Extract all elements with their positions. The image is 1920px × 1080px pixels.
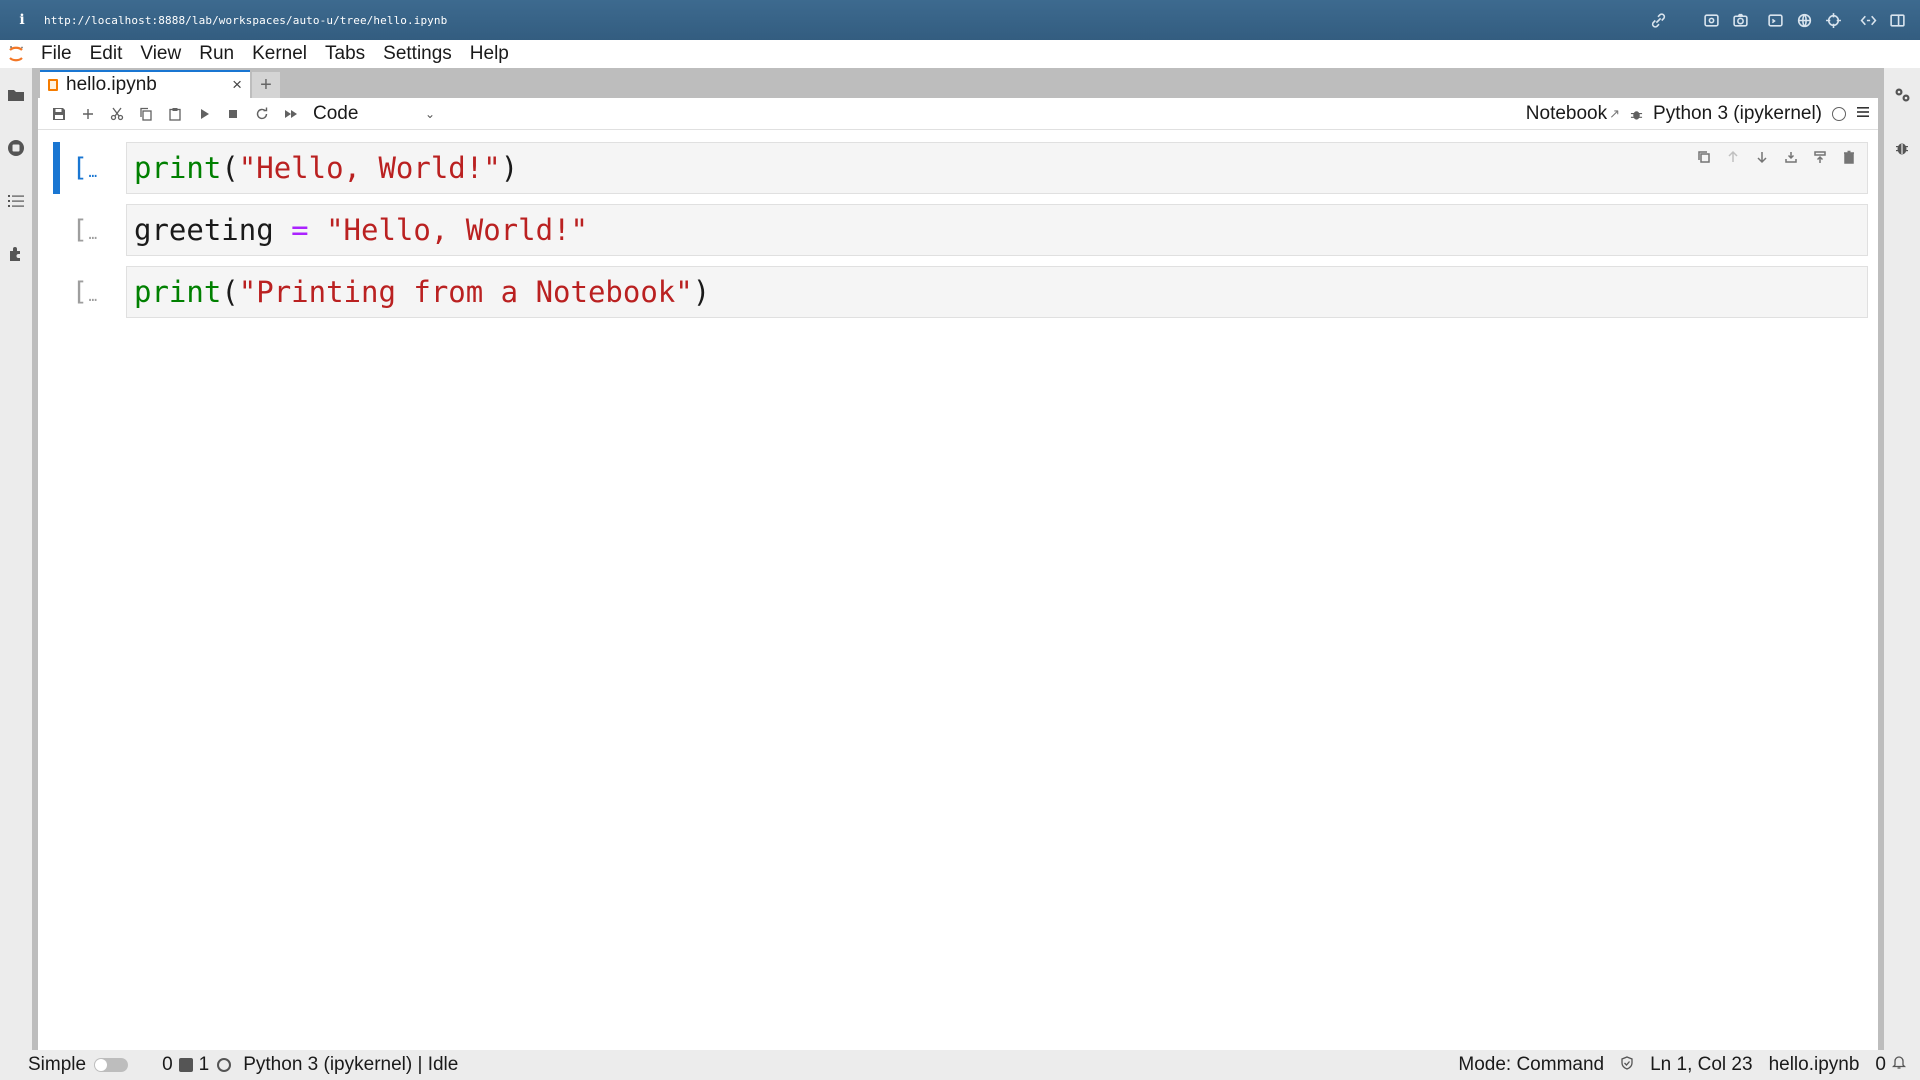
notebook-cells: [… print("Hello, World!") [… greeting =… bbox=[38, 142, 1878, 328]
execution-prompt: [… bbox=[72, 215, 98, 245]
main-area: hello.ipynb × + Code ⌄ Notebook ↗ Python… bbox=[32, 68, 1884, 1050]
shield-icon[interactable] bbox=[1620, 1054, 1634, 1076]
left-sidebar bbox=[0, 68, 32, 1080]
menu-icon[interactable] bbox=[1856, 105, 1870, 124]
simple-mode-label: Simple bbox=[28, 1054, 87, 1075]
close-icon[interactable]: × bbox=[232, 75, 242, 95]
code-cell[interactable]: [… print("Printing from a Notebook") bbox=[38, 266, 1878, 318]
right-sidebar bbox=[1884, 68, 1920, 1080]
code-editor[interactable]: greeting = "Hello, World!" bbox=[126, 204, 1868, 256]
info-icon[interactable]: i bbox=[0, 12, 44, 28]
crosshair-icon[interactable] bbox=[1819, 0, 1848, 40]
running-sessions-icon[interactable] bbox=[0, 121, 32, 174]
menu-settings[interactable]: Settings bbox=[374, 40, 461, 68]
notebook-panel: Code ⌄ Notebook ↗ Python 3 (ipykernel) [… bbox=[38, 98, 1878, 1050]
execution-prompt: [… bbox=[72, 153, 98, 183]
toolbar-right: Notebook ↗ Python 3 (ipykernel) bbox=[1526, 98, 1870, 130]
menu-view[interactable]: View bbox=[131, 40, 190, 68]
browser-address-bar: i http://localhost:8888/lab/workspaces/a… bbox=[0, 0, 1920, 40]
move-down-icon[interactable] bbox=[1754, 149, 1770, 165]
cell-type-dropdown[interactable]: Code ⌄ bbox=[313, 103, 435, 125]
cell-type-value: Code bbox=[313, 102, 359, 124]
cursor-position[interactable]: Ln 1, Col 23 bbox=[1650, 1054, 1752, 1076]
active-cell-indicator bbox=[53, 142, 60, 194]
run-icon[interactable] bbox=[189, 98, 218, 130]
status-left: Simple 0 1 Python 3 (ipykernel) | Idle bbox=[0, 1054, 458, 1076]
jupyter-logo-icon[interactable] bbox=[0, 40, 32, 68]
property-inspector-icon[interactable] bbox=[1884, 68, 1920, 121]
extensions-icon[interactable] bbox=[0, 227, 32, 280]
menu-edit[interactable]: Edit bbox=[81, 40, 132, 68]
screenshot-icon[interactable] bbox=[1697, 0, 1726, 40]
external-link-icon: ↗ bbox=[1609, 106, 1621, 121]
code-icon[interactable] bbox=[1854, 0, 1883, 40]
insert-below-icon[interactable] bbox=[1783, 149, 1799, 165]
copy-icon[interactable] bbox=[131, 98, 160, 130]
add-tab-button[interactable]: + bbox=[252, 72, 280, 98]
execution-prompt: [… bbox=[72, 277, 98, 307]
menu-kernel[interactable]: Kernel bbox=[243, 40, 316, 68]
bug-icon[interactable] bbox=[1630, 108, 1643, 121]
camera-icon[interactable] bbox=[1726, 0, 1755, 40]
cut-icon[interactable] bbox=[102, 98, 131, 130]
notifications-button[interactable]: 0 bbox=[1875, 1054, 1907, 1076]
tab-title: hello.ipynb bbox=[66, 74, 157, 95]
simple-mode-toggle[interactable] bbox=[94, 1058, 129, 1072]
status-bar: Simple 0 1 Python 3 (ipykernel) | Idle M… bbox=[0, 1050, 1920, 1080]
notebook-label: Notebook bbox=[1525, 103, 1608, 124]
menu-help[interactable]: Help bbox=[461, 40, 518, 68]
add-cell-icon[interactable] bbox=[73, 98, 102, 130]
bell-icon bbox=[1891, 1054, 1907, 1076]
table-of-contents-icon[interactable] bbox=[0, 174, 32, 227]
cell-toolbar bbox=[1696, 149, 1857, 165]
url-field[interactable]: http://localhost:8888/lab/workspaces/aut… bbox=[44, 14, 447, 27]
terminal-icon bbox=[178, 1058, 193, 1072]
globe-icon[interactable] bbox=[1790, 0, 1819, 40]
open-notebook-button[interactable]: Notebook ↗ bbox=[1526, 103, 1620, 125]
paste-icon[interactable] bbox=[160, 98, 189, 130]
document-tab-bar: hello.ipynb × + bbox=[32, 68, 1884, 98]
link-icon[interactable] bbox=[1644, 0, 1673, 40]
duplicate-cell-icon[interactable] bbox=[1696, 149, 1712, 165]
terminal-count[interactable]: 0 bbox=[162, 1054, 173, 1076]
chevron-down-icon: ⌄ bbox=[424, 106, 435, 121]
notebook-toolbar: Code ⌄ Notebook ↗ Python 3 (ipykernel) bbox=[38, 98, 1878, 130]
code-editor[interactable]: print("Printing from a Notebook") bbox=[126, 266, 1868, 318]
current-file: hello.ipynb bbox=[1768, 1054, 1860, 1075]
browser-toolbar-icons bbox=[1644, 0, 1912, 40]
insert-above-icon[interactable] bbox=[1812, 149, 1828, 165]
status-right: Mode: Command Ln 1, Col 23 hello.ipynb 0 bbox=[1458, 1054, 1907, 1076]
code-editor[interactable]: print("Hello, World!") bbox=[126, 142, 1868, 194]
menu-run[interactable]: Run bbox=[190, 40, 243, 68]
notification-count: 0 bbox=[1875, 1054, 1886, 1075]
split-view-icon[interactable] bbox=[1883, 0, 1912, 40]
kernel-name[interactable]: Python 3 (ipykernel) bbox=[1653, 103, 1822, 125]
fast-forward-icon[interactable] bbox=[276, 98, 305, 130]
delete-cell-icon[interactable] bbox=[1841, 149, 1857, 165]
menu-bar: File Edit View Run Kernel Tabs Settings … bbox=[0, 40, 1920, 68]
menu-tabs[interactable]: Tabs bbox=[316, 40, 374, 68]
menu-file[interactable]: File bbox=[32, 40, 81, 68]
save-icon[interactable] bbox=[44, 98, 73, 130]
tab-hello-ipynb[interactable]: hello.ipynb × bbox=[40, 70, 250, 98]
code-cell[interactable]: [… print("Hello, World!") bbox=[38, 142, 1878, 194]
command-mode: Mode: Command bbox=[1458, 1054, 1605, 1075]
kernel-gear-icon bbox=[217, 1058, 232, 1072]
debugger-icon[interactable] bbox=[1884, 121, 1920, 174]
terminal-icon[interactable] bbox=[1761, 0, 1790, 40]
kernel-status-icon bbox=[1832, 107, 1846, 121]
move-up-icon[interactable] bbox=[1725, 149, 1741, 165]
notebook-icon bbox=[48, 79, 58, 91]
restart-icon[interactable] bbox=[247, 98, 276, 130]
code-cell[interactable]: [… greeting = "Hello, World!" bbox=[38, 204, 1878, 256]
kernel-status[interactable]: Python 3 (ipykernel) | Idle bbox=[243, 1054, 458, 1076]
kernel-count[interactable]: 1 bbox=[199, 1054, 210, 1076]
stop-icon[interactable] bbox=[218, 98, 247, 130]
folder-icon[interactable] bbox=[0, 68, 32, 121]
